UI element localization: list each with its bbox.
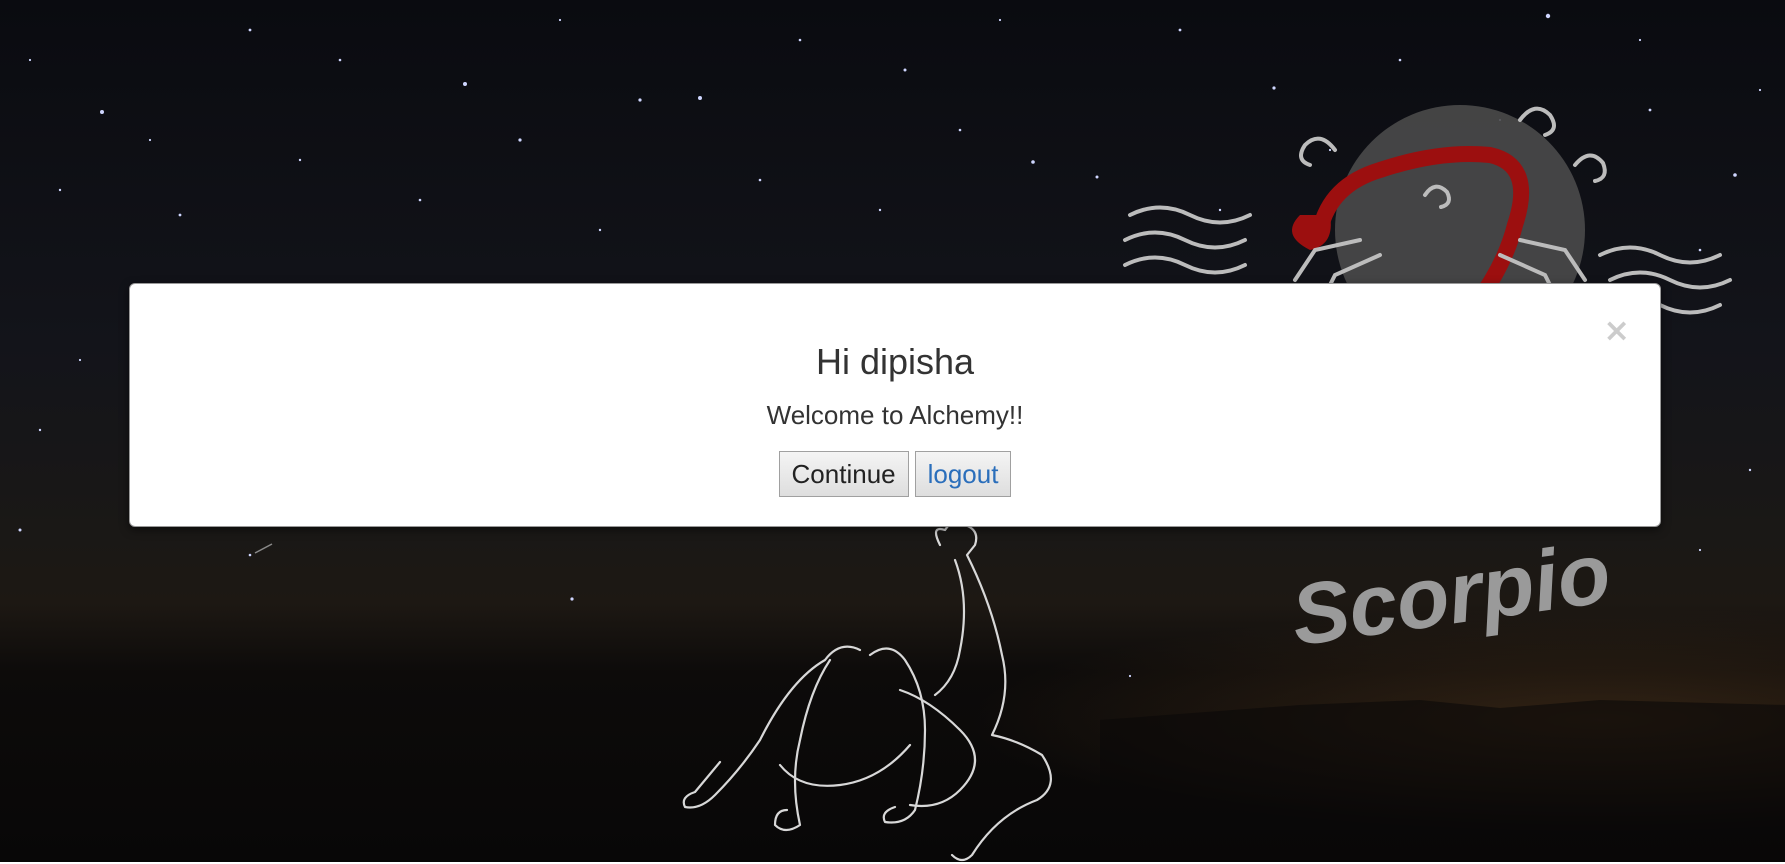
welcome-dialog: × Hi dipisha Welcome to Alchemy!! Contin…	[129, 283, 1661, 527]
welcome-message: Welcome to Alchemy!!	[766, 400, 1024, 430]
continue-button[interactable]: Continue	[778, 451, 909, 497]
dialog-title: Hi dipisha	[815, 341, 975, 382]
scorpio-logo-text: Scorpio	[1286, 525, 1616, 665]
dialog-actions: Continue logout	[130, 451, 1660, 499]
close-icon[interactable]: ×	[1603, 314, 1630, 346]
logout-button[interactable]: logout	[914, 451, 1012, 497]
